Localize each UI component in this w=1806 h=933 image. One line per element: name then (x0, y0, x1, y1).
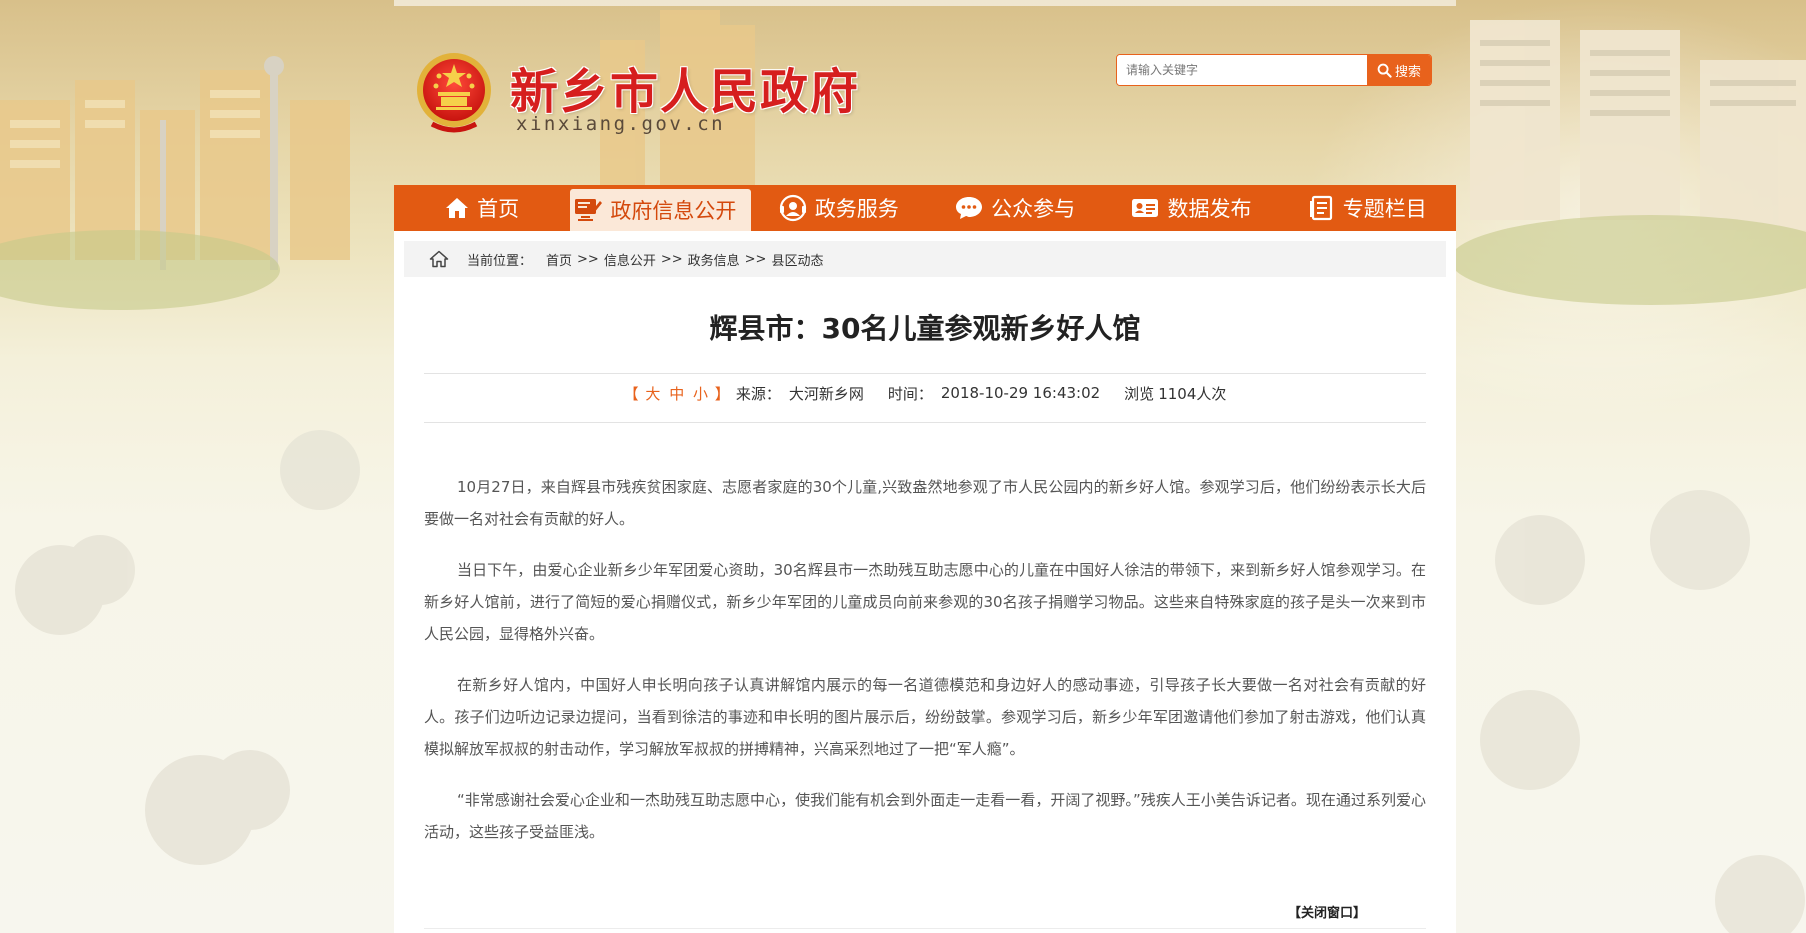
computer-edit-icon (575, 199, 603, 221)
site-domain: xinxiang.gov.cn (516, 113, 726, 135)
breadcrumb-item-gov-info[interactable]: 政务信息 (688, 250, 740, 269)
nav-item-label: 政府信息公开 (610, 199, 737, 223)
document-icon (1309, 195, 1332, 221)
breadcrumb-home-icon[interactable] (429, 250, 449, 268)
breadcrumb-item-county-news[interactable]: 县区动态 (771, 250, 823, 269)
home-icon (446, 198, 469, 218)
site-header: 新乡市人民政府 xinxiang.gov.cn 搜索 (394, 0, 1456, 185)
article-meta: 【 大 中 小 】 来源： 大河新乡网 时间： 2018-10-29 16:43… (394, 381, 1456, 405)
close-window-link[interactable]: 【关闭窗口】 (1288, 902, 1366, 921)
nav-item-public-participation[interactable]: 公众参与 (927, 185, 1103, 231)
article-paragraph: 在新乡好人馆内，中国好人申长明向孩子认真讲解馆内展示的每一名道德模范和身边好人的… (424, 676, 1426, 758)
breadcrumb-prefix: 当前位置： (467, 253, 533, 269)
search-box: 搜索 (1116, 54, 1432, 86)
nav-item-label: 公众参与 (991, 197, 1076, 221)
nav-item-gov-info[interactable]: 政府信息公开 (570, 189, 751, 231)
article-body: 10月27日，来自辉县市残疾贫困家庭、志愿者家庭的30个儿童,兴致盎然地参观了市… (424, 471, 1426, 867)
views-label: 浏览 (1124, 384, 1155, 403)
font-size-switcher: 【 大 中 小 】 (624, 383, 730, 404)
article-panel: 当前位置： 首页 >> 信息公开 >> 政务信息 >> 县区动态 辉县市：30名… (394, 231, 1456, 933)
article-paragraph: “非常感谢社会爱心企业和一杰助残互助志愿中心，使我们能有机会到外面走一走看一看，… (424, 791, 1426, 841)
nav-item-label: 专题栏目 (1342, 197, 1427, 221)
article-paragraph: 当日下午，由爱心企业新乡少年军团爱心资助，30名辉县市一杰助残互助志愿中心的儿童… (424, 561, 1426, 643)
title-divider (424, 373, 1426, 374)
site-title: 新乡市人民政府 (510, 64, 861, 120)
nav-item-gov-service[interactable]: 政务服务 (751, 185, 927, 231)
search-button-label: 搜索 (1394, 64, 1421, 80)
search-icon (1377, 63, 1392, 78)
breadcrumb-item-info-public[interactable]: 信息公开 (604, 250, 656, 269)
article-title: 辉县市：30名儿童参观新乡好人馆 (709, 312, 1141, 345)
breadcrumb-separator: >> (577, 251, 599, 267)
chat-icon (956, 197, 983, 219)
time-label: 时间： (887, 384, 933, 403)
views-value: 1104人次 (1158, 384, 1227, 403)
main-nav: 首页 政府信息公开 政务服务 公众参与 数据发布 专题栏目 (394, 185, 1456, 231)
breadcrumb-separator: >> (660, 251, 683, 267)
national-emblem-icon[interactable] (414, 50, 494, 136)
font-size-bracket: 【 (623, 384, 639, 403)
id-card-icon (1132, 199, 1159, 217)
search-input[interactable] (1117, 55, 1367, 85)
source-label: 来源： (735, 384, 781, 403)
source-value: 大河新乡网 (788, 384, 864, 403)
nav-item-label: 政务服务 (814, 197, 899, 221)
breadcrumb-item-home[interactable]: 首页 (546, 250, 572, 269)
nav-item-label: 首页 (477, 197, 520, 221)
font-size-medium[interactable]: 中 (669, 385, 684, 403)
nav-item-data-release[interactable]: 数据发布 (1103, 185, 1279, 231)
font-size-bracket: 】 (714, 384, 730, 403)
font-size-large[interactable]: 大 (645, 385, 660, 403)
service-icon (779, 194, 806, 222)
time-value: 2018-10-29 16:43:02 (940, 384, 1101, 402)
breadcrumb-separator: >> (744, 251, 767, 267)
nav-item-home[interactable]: 首页 (394, 185, 570, 231)
nav-item-label: 数据发布 (1167, 197, 1252, 221)
search-button[interactable]: 搜索 (1367, 55, 1431, 85)
bottom-divider (424, 928, 1426, 929)
breadcrumb: 当前位置： 首页 >> 信息公开 >> 政务信息 >> 县区动态 (404, 241, 1446, 277)
nav-item-special-topics[interactable]: 专题栏目 (1280, 185, 1456, 231)
font-size-small[interactable]: 小 (693, 385, 708, 403)
meta-divider (424, 422, 1426, 423)
article-paragraph: 10月27日，来自辉县市残疾贫困家庭、志愿者家庭的30个儿童,兴致盎然地参观了市… (424, 478, 1426, 528)
